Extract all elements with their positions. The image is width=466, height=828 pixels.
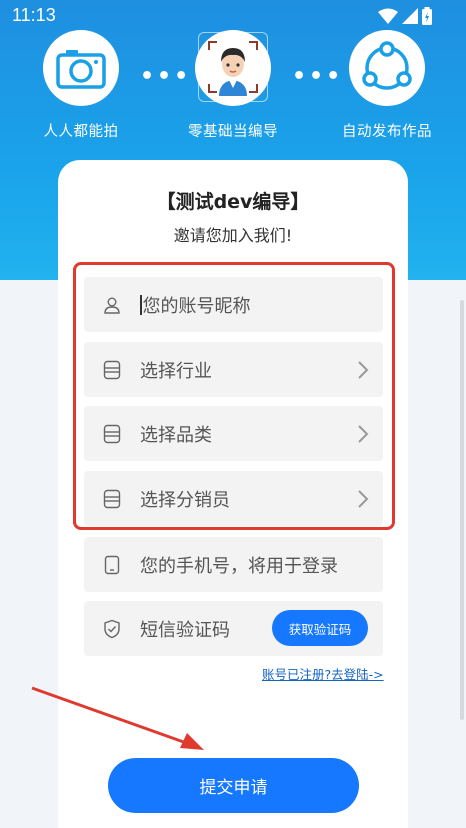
step-publish: 自动发布作品: [327, 30, 447, 141]
page-subtitle: 邀请您加入我们!: [173, 226, 293, 245]
list-icon: [84, 489, 140, 509]
category-select[interactable]: 选择品类: [84, 406, 383, 461]
phone-input[interactable]: 您的手机号，将用于登录: [84, 537, 383, 592]
get-code-button[interactable]: 获取验证码: [272, 610, 368, 646]
text-cursor: [140, 294, 142, 315]
chevron-right-icon: [343, 360, 383, 380]
distributor-select[interactable]: 选择分销员: [84, 471, 383, 526]
nickname-input[interactable]: 您的账号昵称: [84, 277, 383, 332]
industry-label: 选择行业: [140, 360, 212, 382]
submit-button[interactable]: 提交申请: [108, 758, 359, 813]
nickname-placeholder: 您的账号昵称: [142, 295, 251, 317]
phone-icon: [84, 555, 140, 575]
category-label: 选择品类: [140, 424, 212, 446]
status-bar: 11:13: [0, 0, 466, 32]
avatar-frame: [198, 32, 268, 102]
step-shoot-circle: [43, 30, 119, 106]
shield-check-icon: [84, 619, 140, 639]
camera-icon: [56, 50, 106, 89]
chevron-right-icon: [343, 489, 383, 509]
page-title: 【测试dev编导】: [156, 191, 310, 213]
industry-select[interactable]: 选择行业: [84, 342, 383, 397]
list-icon: [84, 360, 140, 380]
step-label: 零基础当编导: [188, 124, 278, 140]
step-publish-circle: [349, 30, 425, 106]
step-label: 人人都能拍: [43, 124, 119, 140]
status-time: 11:13: [12, 5, 56, 25]
user-icon: [84, 296, 140, 314]
step-shoot: 人人都能拍: [21, 30, 141, 141]
share-icon: [362, 41, 412, 90]
login-link[interactable]: 账号已注册?去登陆->: [262, 664, 384, 683]
distributor-label: 选择分销员: [140, 489, 230, 511]
wifi-icon: [378, 8, 398, 24]
status-icons: [378, 6, 432, 26]
list-icon: [84, 424, 140, 444]
chevron-right-icon: [343, 424, 383, 444]
scrollbar[interactable]: [460, 300, 464, 720]
step-label: 自动发布作品: [342, 124, 432, 140]
phone-placeholder: 您的手机号，将用于登录: [140, 555, 338, 577]
battery-icon: [422, 7, 432, 25]
signal-icon: [402, 8, 418, 24]
